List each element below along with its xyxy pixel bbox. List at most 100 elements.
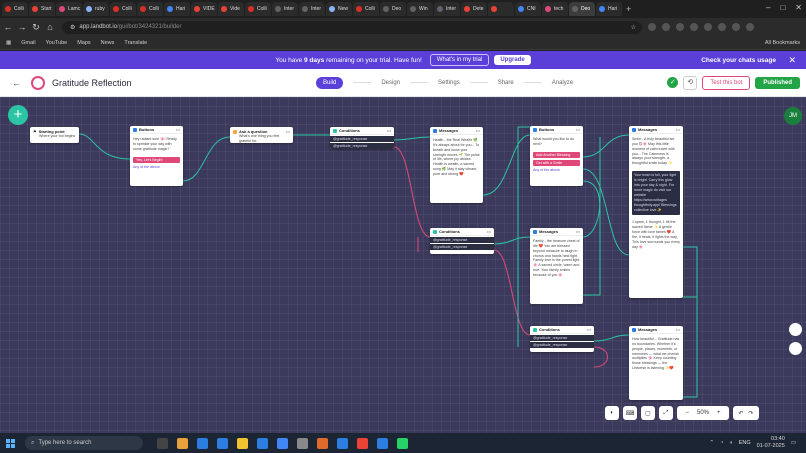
bookmark-maps[interactable]: Maps bbox=[77, 40, 90, 46]
forward-arrow-icon[interactable]: → bbox=[16, 22, 28, 32]
more-icon[interactable]: ••• bbox=[587, 327, 591, 332]
bot-title[interactable]: Gratitude Reflection bbox=[52, 78, 132, 88]
flow-canvas[interactable]: + JM ⚑ Starting point Where your bot begi… bbox=[0, 97, 806, 433]
tab-settings[interactable]: Settings bbox=[438, 80, 460, 86]
node-ask-question[interactable]: Ask a question ••• What's one thing you f… bbox=[230, 127, 293, 143]
browser-tab[interactable]: Inter bbox=[434, 2, 460, 16]
node-button-option[interactable]: Get with a Smile bbox=[533, 159, 580, 166]
extension-icon[interactable] bbox=[704, 23, 712, 31]
browser-tab[interactable]: CNI bbox=[515, 2, 541, 16]
tab-design[interactable]: Design bbox=[381, 80, 400, 86]
notifications-icon[interactable]: ▭ bbox=[791, 440, 796, 446]
browser-tab[interactable]: tech bbox=[542, 2, 568, 16]
more-icon[interactable]: ••• bbox=[576, 127, 580, 132]
node-messages-health[interactable]: Messages ••• Health - the Real Wealth 🌿 I… bbox=[430, 127, 483, 203]
maximize-icon[interactable]: □ bbox=[780, 3, 785, 12]
task-view-icon[interactable] bbox=[157, 437, 168, 449]
history-icon[interactable]: ⟲ bbox=[683, 75, 698, 90]
new-tab-icon[interactable]: + bbox=[626, 4, 631, 14]
bookmark-translate[interactable]: Translate bbox=[124, 40, 147, 46]
expand-icon[interactable] bbox=[789, 323, 802, 336]
extension-icon[interactable] bbox=[676, 23, 684, 31]
test-bot-button[interactable]: Test this bot bbox=[702, 75, 751, 90]
extension-icon[interactable] bbox=[648, 23, 656, 31]
whatsapp-icon[interactable] bbox=[397, 437, 408, 449]
browser-tab[interactable]: Deo bbox=[569, 2, 595, 16]
browser-tab[interactable]: Hari bbox=[596, 2, 622, 16]
file-explorer-icon[interactable] bbox=[237, 437, 248, 449]
redo-icon[interactable]: ↷ bbox=[749, 410, 754, 417]
node-buttons-next[interactable]: Buttons ••• What would you like to do nex… bbox=[530, 126, 583, 186]
minimize-icon[interactable]: – bbox=[766, 3, 770, 12]
app-icon[interactable] bbox=[217, 437, 228, 449]
clipboard-icon[interactable]: ▢ bbox=[641, 406, 655, 420]
node-button-option[interactable]: Yes, Let's Begin! bbox=[133, 156, 180, 163]
volume-icon[interactable]: ◖ bbox=[729, 440, 732, 446]
browser-tab[interactable]: Start bbox=[29, 2, 55, 16]
home-icon[interactable]: ⌂ bbox=[44, 22, 56, 32]
back-arrow-icon[interactable]: ← bbox=[12, 78, 21, 88]
browser-tab[interactable]: Win bbox=[407, 2, 433, 16]
node-messages-gratitude[interactable]: Messages ••• How beautiful... Gratitude h… bbox=[629, 326, 683, 400]
app-icon[interactable] bbox=[177, 437, 188, 449]
node-any-option[interactable]: Any of the above bbox=[133, 165, 180, 169]
reload-icon[interactable]: ↻ bbox=[30, 22, 42, 33]
user-avatar[interactable]: JM bbox=[784, 107, 802, 125]
more-icon[interactable]: ••• bbox=[676, 327, 680, 332]
zoom-in-icon[interactable]: + bbox=[717, 410, 721, 416]
more-icon[interactable]: ••• bbox=[676, 127, 680, 132]
more-icon[interactable]: ••• bbox=[387, 128, 391, 133]
browser-tab[interactable]: New bbox=[326, 2, 352, 16]
node-messages-family[interactable]: Messages ••• Family - the treasure chest … bbox=[530, 228, 583, 304]
more-icon[interactable]: ••• bbox=[286, 129, 290, 134]
back-arrow-icon[interactable]: ← bbox=[2, 22, 14, 32]
more-icon[interactable]: ••• bbox=[487, 229, 491, 234]
tray-chevron-icon[interactable]: ⌃ bbox=[709, 440, 714, 446]
bookmark-star-icon[interactable]: ☆ bbox=[631, 24, 636, 31]
more-icon[interactable]: ••• bbox=[576, 229, 580, 234]
app-icon[interactable] bbox=[317, 437, 328, 449]
bookmark-gmail[interactable]: Gmail bbox=[21, 40, 35, 46]
browser-tab[interactable]: Colli bbox=[2, 2, 28, 16]
more-icon[interactable]: ••• bbox=[176, 127, 180, 132]
extension-icon[interactable] bbox=[690, 23, 698, 31]
browser-tab[interactable] bbox=[488, 2, 514, 16]
node-conditions-2[interactable]: Conditions ••• @gratitude_response @grati… bbox=[430, 228, 494, 254]
browser-tab[interactable]: Lamc bbox=[56, 2, 82, 16]
bookmark-news[interactable]: News bbox=[101, 40, 115, 46]
published-button[interactable]: Published bbox=[755, 76, 800, 89]
edge-icon[interactable] bbox=[197, 437, 208, 449]
bookmark-youtube[interactable]: YouTube bbox=[46, 40, 68, 46]
browser-tab[interactable]: Deo bbox=[380, 2, 406, 16]
chrome-icon[interactable] bbox=[277, 437, 288, 449]
network-icon[interactable]: ◔ bbox=[720, 440, 723, 446]
apps-grid-icon[interactable]: ▦ bbox=[6, 40, 11, 46]
close-banner-icon[interactable]: ✕ bbox=[788, 55, 796, 66]
windows-start-icon[interactable] bbox=[6, 438, 15, 448]
check-usage-link[interactable]: Check your chats usage bbox=[701, 57, 776, 64]
browser-tab[interactable]: Inter bbox=[272, 2, 298, 16]
browser-tab[interactable]: Vide bbox=[218, 2, 244, 16]
browser-tab[interactable]: ruby bbox=[83, 2, 109, 16]
site-info-icon[interactable]: ⚙ bbox=[70, 24, 75, 31]
app-icon[interactable] bbox=[377, 437, 388, 449]
more-icon[interactable]: ••• bbox=[476, 128, 480, 133]
add-block-button[interactable]: + bbox=[8, 105, 28, 125]
browser-tab[interactable]: Colli bbox=[353, 2, 379, 16]
node-starting-point[interactable]: ⚑ Starting point Where your bot begins bbox=[30, 127, 79, 143]
app-icon[interactable] bbox=[337, 437, 348, 449]
extension-icon[interactable] bbox=[718, 23, 726, 31]
url-input[interactable]: ⚙ app.landbot.io/gui/bot/3424321/builder… bbox=[62, 20, 642, 34]
browser-tab[interactable]: Dete bbox=[461, 2, 487, 16]
whats-in-trial-button[interactable]: What's in my trial bbox=[429, 54, 490, 66]
tab-analyze[interactable]: Analyze bbox=[552, 80, 573, 86]
browser-tab[interactable]: VIDE bbox=[191, 2, 217, 16]
tab-share[interactable]: Share bbox=[498, 80, 514, 86]
theme-toggle-icon[interactable]: ◐ bbox=[605, 406, 619, 420]
node-conditions-1[interactable]: Conditions ••• @gratitude_response @grati… bbox=[330, 127, 394, 149]
profile-avatar-icon[interactable] bbox=[732, 23, 740, 31]
node-button-option[interactable]: Add Another Blessing bbox=[533, 151, 580, 158]
zoom-out-icon[interactable]: − bbox=[685, 410, 689, 416]
node-any-option[interactable]: Any of the above bbox=[533, 168, 580, 172]
extension-icon[interactable] bbox=[662, 23, 670, 31]
